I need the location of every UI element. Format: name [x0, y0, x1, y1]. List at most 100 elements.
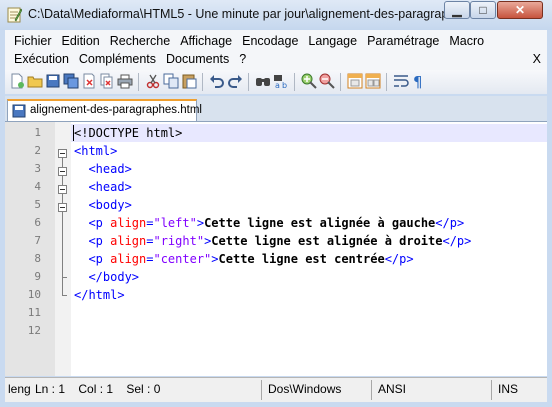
menu-recherche[interactable]: Recherche: [105, 32, 175, 50]
redo-icon[interactable]: [227, 73, 243, 89]
undo-icon[interactable]: [209, 73, 225, 89]
show-all-chars-icon[interactable]: ¶: [411, 73, 427, 89]
toolbar-separator: [386, 73, 387, 91]
status-insert-mode[interactable]: INS: [498, 382, 518, 396]
maximize-icon: □: [479, 3, 487, 17]
code-token-text: Cette ligne est alignée à gauche: [204, 216, 436, 230]
code-line: <!DOCTYPE html>: [74, 124, 182, 142]
code-token-attr: align: [110, 216, 147, 230]
paste-icon[interactable]: [181, 73, 197, 89]
zoom-in-icon[interactable]: [301, 73, 317, 89]
code-token-tag: <html>: [74, 144, 118, 158]
line-number: 9: [34, 270, 41, 283]
code-token-tag: </html>: [74, 288, 125, 302]
new-file-icon[interactable]: [9, 73, 25, 89]
toolbar-separator: [202, 73, 203, 91]
line-number: 12: [27, 324, 41, 337]
line-number: 1: [34, 126, 41, 139]
menu-execution[interactable]: Exécution: [9, 50, 74, 68]
fold-toggle-html[interactable]: [58, 149, 67, 158]
menu-bar: Fichier Edition Recherche Affichage Enco…: [5, 30, 547, 70]
toolbar-separator: [248, 73, 249, 91]
open-file-icon[interactable]: [27, 73, 43, 89]
copy-icon[interactable]: [163, 73, 179, 89]
code-line: </html>: [74, 286, 125, 304]
title-bar[interactable]: C:\Data\Mediaforma\HTML5 - Une minute pa…: [0, 0, 552, 30]
code-token-tag: <p: [74, 234, 111, 248]
save-all-icon[interactable]: [63, 73, 79, 89]
saved-file-icon: [12, 104, 26, 118]
maximize-button[interactable]: □: [470, 1, 496, 19]
status-bar: leng Ln : 1 Col : 1 Sel : 0 Dos\Windows …: [5, 377, 547, 402]
menu-help[interactable]: ?: [234, 50, 251, 68]
fold-guide: [62, 158, 63, 296]
code-token-text: Cette ligne est centrée: [218, 252, 385, 266]
cut-icon[interactable]: [145, 73, 161, 89]
fold-end-body: [62, 277, 67, 278]
close-icon: ✕: [514, 3, 526, 17]
status-separator: [491, 380, 492, 400]
svg-text:a: a: [275, 81, 280, 89]
close-window-button[interactable]: ✕: [497, 1, 543, 19]
code-line: <body>: [74, 196, 132, 214]
fold-toggle-body[interactable]: [58, 203, 67, 212]
status-eol[interactable]: Dos\Windows: [268, 382, 341, 396]
menu-row-2: Exécution Compléments Documents ?: [9, 50, 251, 68]
close-all-icon[interactable]: [99, 73, 115, 89]
tab-bar: alignement-des-paragraphes.html: [5, 96, 547, 122]
fold-toggle-head[interactable]: [58, 167, 67, 176]
code-line: <head>: [74, 178, 132, 196]
code-token-tag: >: [196, 216, 205, 230]
menu-complements[interactable]: Compléments: [74, 50, 161, 68]
code-token-tag: </p>: [435, 216, 465, 230]
toolbar-separator: [138, 73, 139, 91]
menu-documents[interactable]: Documents: [161, 50, 234, 68]
tab-label: alignement-des-paragraphes.html: [30, 104, 202, 116]
code-token-tag: <p: [74, 216, 111, 230]
close-document-button[interactable]: X: [533, 50, 541, 68]
code-line: </body>: [74, 268, 139, 286]
code-token-text: Cette ligne est alignée à droite: [211, 234, 443, 248]
code-editor[interactable]: 1 2 3 4 5 6 7 8 9 10 11 12 <!DOCTYPE html> <html> <h…: [5, 122, 547, 376]
code-token-val: "center": [153, 252, 212, 266]
code-token-val: "left": [153, 216, 197, 230]
code-line: <p align="center">Cette ligne est centré…: [74, 250, 413, 268]
notepad-window: C:\Data\Mediaforma\HTML5 - Une minute pa…: [0, 0, 552, 407]
fold-toggle-head-2[interactable]: [58, 185, 67, 194]
svg-text:¶: ¶: [413, 73, 423, 89]
line-number: 10: [27, 288, 41, 301]
code-token-tag: <head>: [74, 180, 132, 194]
menu-fichier[interactable]: Fichier: [9, 32, 57, 50]
print-icon[interactable]: [117, 73, 133, 89]
code-token-tag: </body>: [74, 270, 140, 284]
status-separator: [261, 380, 262, 400]
save-icon[interactable]: [45, 73, 61, 89]
menu-affichage[interactable]: Affichage: [175, 32, 237, 50]
code-line: <html>: [74, 142, 117, 160]
status-position: Ln : 1 Col : 1 Sel : 0: [35, 382, 161, 396]
fold-margin: [55, 122, 71, 376]
menu-parametrage[interactable]: Paramétrage: [362, 32, 444, 50]
code-token-doctype: <!DOCTYPE html>: [74, 126, 183, 140]
line-number: 11: [27, 306, 41, 319]
menu-encodage[interactable]: Encodage: [237, 32, 303, 50]
menu-macro[interactable]: Macro: [444, 32, 489, 50]
tab-alignement-des-paragraphes[interactable]: alignement-des-paragraphes.html: [7, 99, 202, 121]
line-number: 6: [34, 216, 41, 229]
replace-icon[interactable]: ba: [273, 73, 289, 89]
close-file-icon[interactable]: [81, 73, 97, 89]
status-separator: [371, 380, 372, 400]
menu-langage[interactable]: Langage: [303, 32, 362, 50]
zoom-out-icon[interactable]: [319, 73, 335, 89]
code-line: <p align="left">Cette ligne est alignée …: [74, 214, 464, 232]
status-encoding[interactable]: ANSI: [378, 382, 406, 396]
menu-edition[interactable]: Edition: [57, 32, 105, 50]
minimize-button[interactable]: ▁: [444, 1, 470, 19]
code-token-attr: align: [110, 252, 147, 266]
find-icon[interactable]: [255, 73, 271, 89]
sync-horizontal-icon[interactable]: [365, 73, 381, 89]
code-token-tag: <body>: [74, 198, 132, 212]
sync-vertical-icon[interactable]: [347, 73, 363, 89]
word-wrap-icon[interactable]: [393, 73, 409, 89]
code-line: <p align="right">Cette ligne est alignée…: [74, 232, 471, 250]
